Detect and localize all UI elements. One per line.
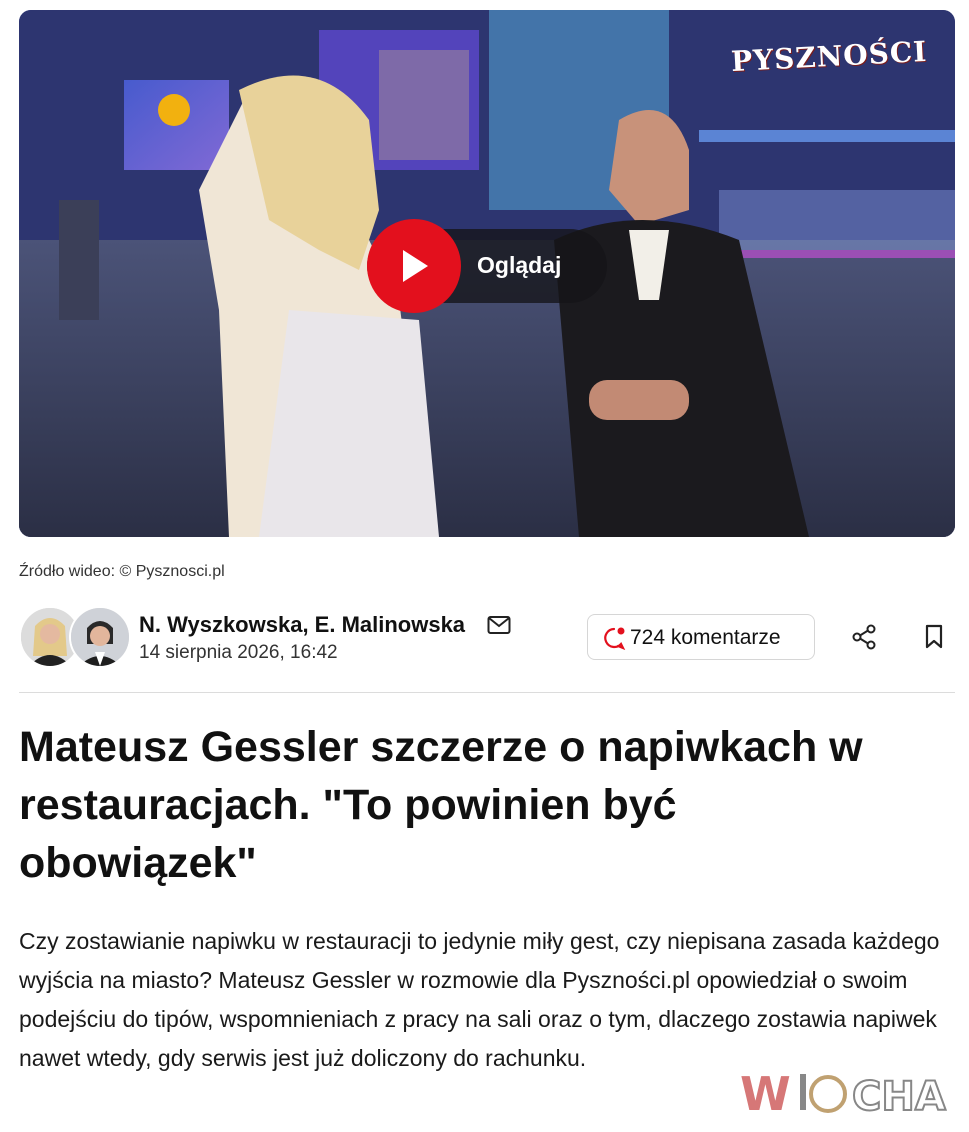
bookmark-icon[interactable] xyxy=(923,624,945,655)
article-meta: N. Wyszkowska, E. Malinowska 14 sierpnia… xyxy=(19,606,955,670)
article-title: Mateusz Gessler szczerze o napiwkach w r… xyxy=(19,723,863,887)
mail-icon[interactable] xyxy=(487,615,511,640)
svg-text:CHA: CHA xyxy=(852,1074,946,1120)
comment-icon xyxy=(602,626,626,655)
watermark-logo: W CHA xyxy=(740,1067,947,1120)
share-icon[interactable] xyxy=(851,624,877,655)
article-lead: Czy zostawianie napiwku w restauracji to… xyxy=(19,928,940,1071)
video-player[interactable]: PYSZNOŚCI Oglądaj xyxy=(19,10,955,537)
divider xyxy=(19,692,955,693)
publish-date: 14 sierpnia 2026, 16:42 xyxy=(139,642,338,663)
play-icon xyxy=(367,219,461,313)
author-avatar[interactable] xyxy=(69,606,131,668)
author-names[interactable]: N. Wyszkowska, E. Malinowska xyxy=(139,612,465,638)
video-source: Źródło wideo: © Pysznosci.pl xyxy=(19,563,225,580)
svg-text:W: W xyxy=(740,1067,791,1120)
comments-button[interactable]: 724 komentarze xyxy=(587,614,815,660)
comments-count: 724 komentarze xyxy=(630,626,781,649)
play-label: Oglądaj xyxy=(477,252,562,278)
play-button[interactable]: Oglądaj xyxy=(367,219,607,313)
